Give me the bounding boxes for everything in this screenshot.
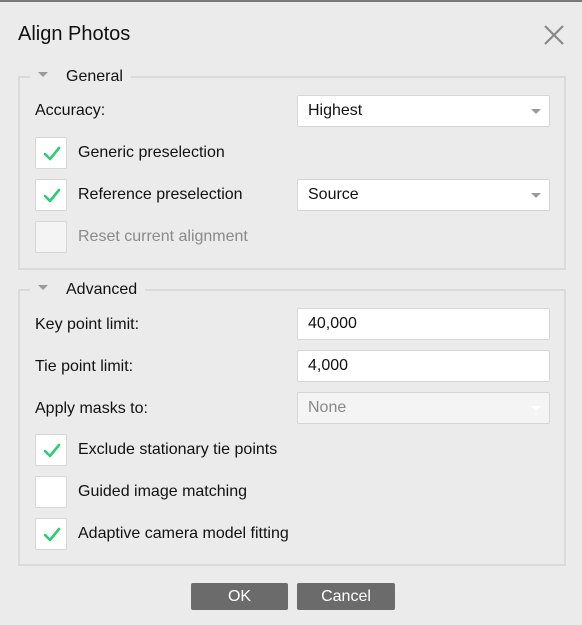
close-button[interactable] xyxy=(543,24,565,46)
tie-point-limit-field[interactable] xyxy=(297,350,550,382)
cancel-button[interactable]: Cancel xyxy=(297,583,395,610)
exclude-stationary-checkbox[interactable] xyxy=(35,434,67,466)
key-point-limit-field[interactable] xyxy=(297,308,550,340)
checkmark-icon xyxy=(43,443,61,458)
accuracy-select[interactable]: Highest xyxy=(297,95,550,127)
chevron-down-icon xyxy=(531,193,541,198)
apply-masks-select: None xyxy=(297,392,550,424)
general-group-header[interactable]: General xyxy=(30,65,131,89)
reference-preselection-label: Reference preselection xyxy=(78,186,243,203)
window-top-border xyxy=(0,0,582,2)
checkmark-icon xyxy=(43,527,61,542)
exclude-stationary-label: Exclude stationary tie points xyxy=(78,441,278,458)
key-point-limit-label: Key point limit: xyxy=(35,316,140,333)
accuracy-label: Accuracy: xyxy=(35,102,106,119)
key-point-limit-input[interactable] xyxy=(308,315,539,333)
reference-preselection-checkbox[interactable] xyxy=(35,179,67,211)
chevron-down-icon xyxy=(531,406,541,411)
checkmark-icon xyxy=(43,146,61,161)
advanced-group-header[interactable]: Advanced xyxy=(30,278,146,302)
triangle-down-icon xyxy=(38,284,48,290)
close-icon xyxy=(544,25,564,45)
guided-matching-label: Guided image matching xyxy=(78,483,247,500)
checkmark-icon xyxy=(43,188,61,203)
apply-masks-label: Apply masks to: xyxy=(35,400,148,417)
generic-preselection-label: Generic preselection xyxy=(78,144,225,161)
tie-point-limit-input[interactable] xyxy=(308,357,539,375)
accuracy-select-value: Highest xyxy=(308,102,363,119)
ok-button[interactable]: OK xyxy=(191,583,288,610)
guided-matching-checkbox[interactable] xyxy=(35,476,67,508)
advanced-group-title: Advanced xyxy=(66,281,138,298)
reference-preselection-select[interactable]: Source xyxy=(297,179,550,211)
reset-alignment-label: Reset current alignment xyxy=(78,228,248,245)
reset-alignment-checkbox xyxy=(35,221,67,253)
adaptive-fitting-checkbox[interactable] xyxy=(35,518,67,550)
apply-masks-select-value: None xyxy=(308,399,347,416)
adaptive-fitting-label: Adaptive camera model fitting xyxy=(78,525,289,542)
general-group-title: General xyxy=(66,68,123,85)
reference-preselection-select-value: Source xyxy=(308,186,359,203)
generic-preselection-checkbox[interactable] xyxy=(35,137,67,169)
tie-point-limit-label: Tie point limit: xyxy=(35,358,134,375)
chevron-down-icon xyxy=(531,109,541,114)
triangle-down-icon xyxy=(38,71,48,77)
dialog-title: Align Photos xyxy=(18,23,131,45)
